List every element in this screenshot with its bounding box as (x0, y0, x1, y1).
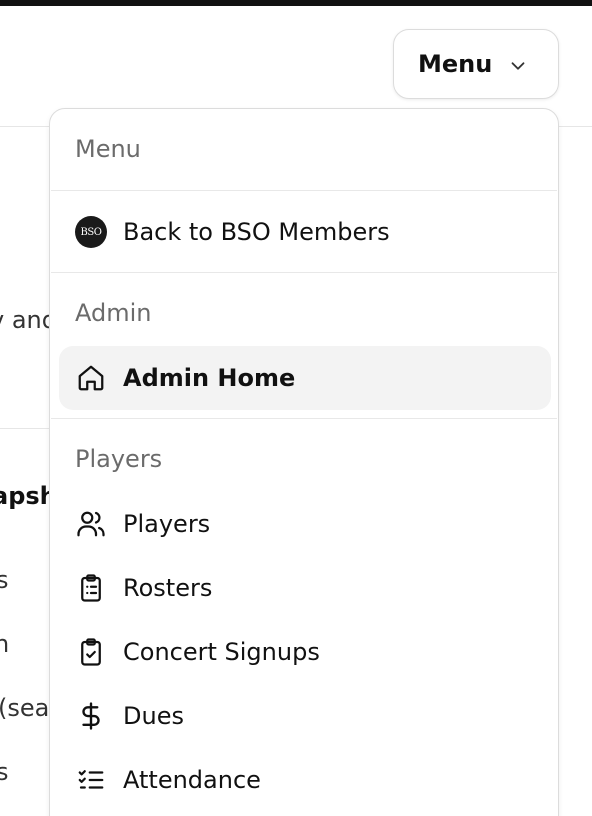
menu-button-label: Menu (418, 50, 493, 78)
dues-item[interactable]: Dues (59, 684, 551, 748)
menu-item-label: Concert Signups (123, 638, 320, 666)
menu-item-label: Back to BSO Members (123, 218, 390, 246)
menu-item-label: Rosters (123, 574, 213, 602)
menu-button[interactable]: Menu (393, 29, 559, 99)
rosters-item[interactable]: Rosters (59, 556, 551, 620)
background-text: n (0, 630, 10, 658)
bso-logo-icon: BSO (75, 216, 107, 248)
background-text: s (0, 566, 9, 594)
attendance-item[interactable]: Attendance (59, 748, 551, 812)
divider (51, 272, 557, 273)
list-checks-icon (75, 764, 107, 796)
chevron-down-icon (511, 62, 525, 70)
menu-item-label: Players (123, 510, 211, 538)
section-label-players: Players (75, 445, 163, 473)
home-icon (75, 362, 107, 394)
players-item[interactable]: Players (59, 492, 551, 556)
users-icon (75, 508, 107, 540)
menu-item-label: Attendance (123, 766, 261, 794)
background-text: (sea (0, 694, 50, 722)
dollar-icon (75, 700, 107, 732)
clipboard-check-icon (75, 636, 107, 668)
dropdown-title: Menu (75, 135, 141, 163)
bso-logo: BSO (75, 216, 107, 248)
top-bar (0, 0, 592, 6)
menu-item-label: Admin Home (123, 364, 296, 392)
divider (51, 190, 557, 191)
divider (51, 418, 557, 419)
dropdown-menu: Menu BSO Back to BSO Members Admin Admin… (49, 108, 559, 816)
background-text: s (0, 758, 9, 786)
section-label-admin: Admin (75, 299, 152, 327)
clipboard-list-icon (75, 572, 107, 604)
menu-item-label: Dues (123, 702, 184, 730)
concert-signups-item[interactable]: Concert Signups (59, 620, 551, 684)
back-to-members-item[interactable]: BSO Back to BSO Members (59, 200, 551, 264)
admin-home-item[interactable]: Admin Home (59, 346, 551, 410)
